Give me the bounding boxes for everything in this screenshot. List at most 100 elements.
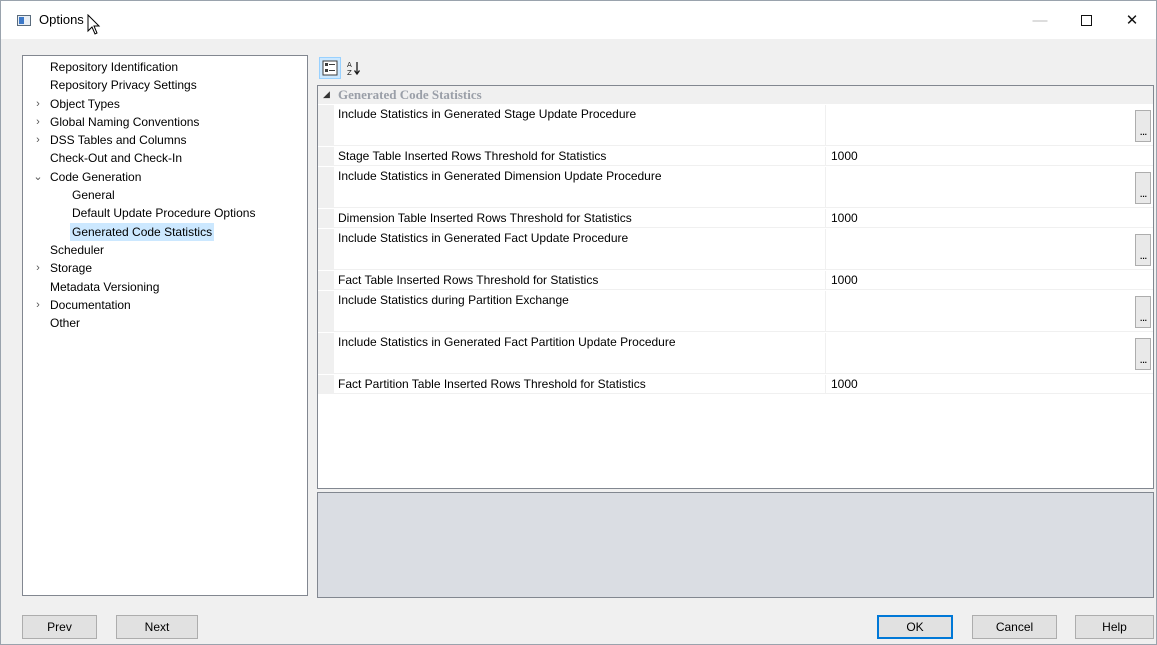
tree-item-label: Storage bbox=[50, 261, 93, 276]
row-gutter bbox=[318, 271, 334, 289]
description-pane bbox=[317, 492, 1154, 598]
sort-alphabetical-icon: A Z bbox=[347, 61, 361, 76]
column-divider[interactable] bbox=[825, 167, 826, 207]
categorized-view-icon bbox=[322, 60, 338, 76]
column-divider[interactable] bbox=[825, 291, 826, 331]
svg-text:A: A bbox=[347, 61, 352, 69]
close-icon: ✕ bbox=[1125, 12, 1139, 29]
property-value[interactable]: 1000 bbox=[831, 211, 858, 225]
tree-item[interactable]: Scheduler bbox=[23, 241, 307, 259]
chevron-right-icon[interactable]: › bbox=[32, 296, 44, 314]
prev-button[interactable]: Prev bbox=[22, 615, 97, 639]
property-name: Fact Partition Table Inserted Rows Thres… bbox=[338, 377, 646, 391]
property-row[interactable]: Include Statistics during Partition Exch… bbox=[318, 291, 1153, 332]
collapse-triangle-icon[interactable]: ◢ bbox=[323, 86, 330, 104]
tree-item[interactable]: › Object Types bbox=[23, 95, 307, 113]
property-name: Stage Table Inserted Rows Threshold for … bbox=[338, 149, 607, 163]
property-row[interactable]: Fact Partition Table Inserted Rows Thres… bbox=[318, 375, 1153, 394]
tree-item-label: Other bbox=[50, 316, 81, 331]
property-row[interactable]: Include Statistics in Generated Stage Up… bbox=[318, 105, 1153, 146]
property-grid[interactable]: ◢ Generated Code Statistics Include Stat… bbox=[317, 85, 1154, 489]
property-value[interactable]: 1000 bbox=[831, 377, 858, 391]
tree-item[interactable]: › Documentation bbox=[23, 296, 307, 314]
chevron-down-icon[interactable]: ⌄ bbox=[32, 168, 44, 186]
ellipsis-button[interactable]: ... bbox=[1135, 296, 1151, 328]
property-name: Include Statistics in Generated Fact Par… bbox=[338, 335, 676, 349]
chevron-right-icon[interactable]: › bbox=[32, 95, 44, 113]
chevron-right-icon[interactable]: › bbox=[32, 259, 44, 277]
column-divider[interactable] bbox=[825, 147, 826, 165]
row-gutter bbox=[318, 333, 334, 373]
tree-item[interactable]: Default Update Procedure Options bbox=[23, 204, 307, 222]
property-row[interactable]: Stage Table Inserted Rows Threshold for … bbox=[318, 147, 1153, 166]
chevron-right-icon[interactable]: › bbox=[32, 131, 44, 149]
column-divider[interactable] bbox=[825, 209, 826, 227]
tree-item[interactable]: › Storage bbox=[23, 259, 307, 277]
tree-item-label: DSS Tables and Columns bbox=[50, 133, 187, 148]
tree-item[interactable]: ⌄ Code Generation bbox=[23, 168, 307, 186]
category-label: Generated Code Statistics bbox=[338, 87, 482, 102]
tree-item-label: Default Update Procedure Options bbox=[72, 206, 256, 221]
options-tree[interactable]: Repository Identification Repository Priv… bbox=[22, 55, 308, 596]
maximize-button[interactable] bbox=[1063, 1, 1109, 39]
tree-item[interactable]: Other bbox=[23, 314, 307, 332]
property-row[interactable]: Include Statistics in Generated Dimensio… bbox=[318, 167, 1153, 208]
help-button[interactable]: Help bbox=[1075, 615, 1154, 639]
property-row[interactable]: Fact Table Inserted Rows Threshold for S… bbox=[318, 271, 1153, 290]
maximize-icon bbox=[1080, 14, 1092, 26]
row-gutter bbox=[318, 375, 334, 393]
property-name: Dimension Table Inserted Rows Threshold … bbox=[338, 211, 632, 225]
property-name: Include Statistics in Generated Dimensio… bbox=[338, 169, 662, 183]
column-divider[interactable] bbox=[825, 333, 826, 373]
title-bar[interactable]: Options — ✕ bbox=[1, 1, 1156, 39]
ellipsis-button[interactable]: ... bbox=[1135, 234, 1151, 266]
tree-item[interactable]: Repository Identification bbox=[23, 58, 307, 76]
property-row[interactable]: Include Statistics in Generated Fact Upd… bbox=[318, 229, 1153, 270]
tree-item-label: General bbox=[72, 188, 115, 203]
tree-item[interactable]: General bbox=[23, 186, 307, 204]
minimize-button[interactable]: — bbox=[1017, 1, 1063, 39]
row-gutter bbox=[318, 105, 334, 145]
ellipsis-button[interactable]: ... bbox=[1135, 110, 1151, 142]
row-gutter bbox=[318, 209, 334, 227]
tree-item-label: Repository Privacy Settings bbox=[50, 78, 197, 93]
next-button[interactable]: Next bbox=[116, 615, 198, 639]
ellipsis-button[interactable]: ... bbox=[1135, 172, 1151, 204]
tree-item[interactable]: Metadata Versioning bbox=[23, 278, 307, 296]
svg-text:Z: Z bbox=[347, 69, 352, 76]
close-button[interactable]: ✕ bbox=[1109, 1, 1155, 39]
tree-item[interactable]: › DSS Tables and Columns bbox=[23, 131, 307, 149]
tree-item[interactable]: Repository Privacy Settings bbox=[23, 76, 307, 94]
property-row[interactable]: Dimension Table Inserted Rows Threshold … bbox=[318, 209, 1153, 228]
column-divider[interactable] bbox=[825, 229, 826, 269]
tree-item-label: Generated Code Statistics bbox=[70, 222, 215, 241]
tree-item-label: Code Generation bbox=[50, 169, 142, 184]
tree-item[interactable]: Check-Out and Check-In bbox=[23, 149, 307, 167]
column-divider[interactable] bbox=[825, 271, 826, 289]
property-value[interactable]: 1000 bbox=[831, 273, 858, 287]
property-value[interactable]: 1000 bbox=[831, 149, 858, 163]
window-title: Options bbox=[39, 12, 84, 27]
property-name: Include Statistics in Generated Fact Upd… bbox=[338, 231, 629, 245]
minimize-icon: — bbox=[1032, 11, 1048, 29]
property-row[interactable]: Include Statistics in Generated Fact Par… bbox=[318, 333, 1153, 374]
cancel-button[interactable]: Cancel bbox=[972, 615, 1057, 639]
tree-item[interactable]: Generated Code Statistics bbox=[23, 222, 307, 241]
tree-item-label: Documentation bbox=[50, 297, 131, 312]
property-category[interactable]: ◢ Generated Code Statistics bbox=[318, 86, 1153, 104]
column-divider[interactable] bbox=[825, 375, 826, 393]
row-gutter bbox=[318, 167, 334, 207]
tree-item-label: Scheduler bbox=[50, 242, 105, 257]
tree-item-label: Global Naming Conventions bbox=[50, 114, 200, 129]
ok-button[interactable]: OK bbox=[877, 615, 953, 639]
alphabetical-sort-button[interactable]: A Z bbox=[343, 57, 365, 79]
chevron-right-icon[interactable]: › bbox=[32, 113, 44, 131]
property-name: Fact Table Inserted Rows Threshold for S… bbox=[338, 273, 599, 287]
categorized-view-button[interactable] bbox=[319, 57, 341, 79]
ellipsis-button[interactable]: ... bbox=[1135, 338, 1151, 370]
column-divider[interactable] bbox=[825, 105, 826, 145]
tree-item[interactable]: › Global Naming Conventions bbox=[23, 113, 307, 131]
row-gutter bbox=[318, 291, 334, 331]
row-gutter bbox=[318, 229, 334, 269]
row-gutter bbox=[318, 147, 334, 165]
